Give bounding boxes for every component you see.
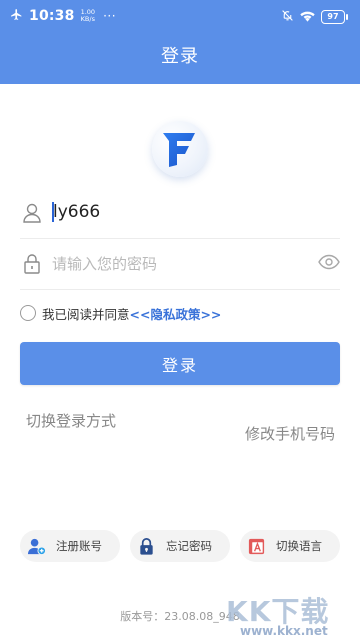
show-password-icon[interactable] (318, 254, 340, 274)
battery-icon: 97 (321, 9, 348, 24)
airplane-icon (10, 6, 23, 25)
switch-language-button[interactable]: 切换语言 (240, 530, 340, 562)
register-button[interactable]: 注册账号 (20, 530, 120, 562)
language-icon (247, 537, 266, 560)
wifi-icon (300, 7, 315, 26)
privacy-policy-link[interactable]: <<隐私政策>> (130, 304, 222, 323)
user-icon (22, 202, 42, 228)
lock-icon (22, 253, 42, 279)
username-input[interactable]: ly666 (53, 202, 100, 222)
network-speed-unit: KB/s (80, 14, 95, 23)
app-header: 10:38 1.00 KB/s ··· 97 登录 (0, 0, 360, 84)
login-button[interactable]: 登录 (20, 342, 340, 385)
register-label: 注册账号 (56, 539, 102, 553)
status-left: 10:38 1.00 KB/s ··· (10, 6, 116, 25)
page-title: 登录 (161, 46, 199, 67)
agreement-text: 我已阅读并同意 (42, 306, 130, 322)
clock: 10:38 (29, 7, 75, 24)
username-row: ly666 (20, 188, 340, 239)
network-speed: 1.00 KB/s (80, 8, 95, 23)
add-user-icon (27, 537, 46, 560)
status-bar: 10:38 1.00 KB/s ··· 97 (0, 0, 360, 30)
agreement: 我已阅读并同意 <<隐私政策>> (20, 303, 221, 323)
agree-checkbox[interactable] (20, 305, 36, 321)
forgot-password-button[interactable]: 忘记密码 (130, 530, 230, 562)
watermark-url: www.kkx.net (240, 624, 328, 638)
login-screen: 10:38 1.00 KB/s ··· 97 登录 ly666 我已阅读并同意 … (0, 0, 360, 640)
more-notifications: ··· (103, 8, 117, 23)
app-logo (152, 121, 208, 177)
password-input[interactable] (52, 251, 302, 277)
watermark: KK下载 www.kkx.net (218, 590, 358, 638)
password-row (20, 239, 340, 290)
battery-level: 97 (321, 9, 345, 24)
forgot-password-label: 忘记密码 (166, 539, 212, 553)
switch-language-label: 切换语言 (276, 539, 322, 553)
status-right: 97 (281, 7, 348, 26)
lock-icon (137, 537, 156, 560)
silent-icon (281, 7, 294, 26)
change-phone-link[interactable]: 修改手机号码 (245, 423, 335, 444)
switch-login-method-link[interactable]: 切换登录方式 (26, 410, 116, 431)
